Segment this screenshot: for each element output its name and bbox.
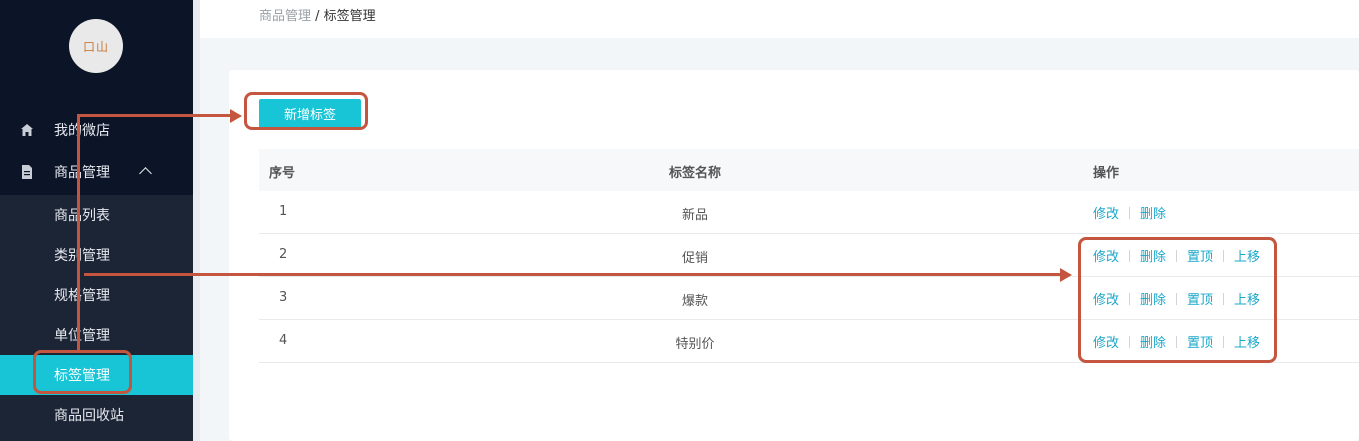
delete-link[interactable]: 删除 <box>1140 203 1166 222</box>
sidebar-item-label: 单位管理 <box>54 328 110 344</box>
sidebar-item-label: 类别管理 <box>54 248 110 264</box>
row-index: 2 <box>279 247 288 262</box>
table-row: 1 新品 修改 删除 <box>259 191 1359 234</box>
tag-name: 促销 <box>681 251 708 266</box>
annotation-arrow-head <box>230 109 242 123</box>
sidebar-item-unit[interactable]: 单位管理 <box>0 315 193 355</box>
sidebar-item-goods-list[interactable]: 商品列表 <box>0 195 193 235</box>
chevron-up-icon[interactable] <box>139 167 152 180</box>
top-bar: 商品管理 / 标签管理 <box>200 0 1359 38</box>
column-header-actions: 操作 <box>1093 166 1120 181</box>
breadcrumb: 商品管理 / 标签管理 <box>259 5 376 24</box>
row-index: 3 <box>279 290 288 305</box>
sidebar-item-label: 商品列表 <box>54 208 110 224</box>
sidebar-divider <box>193 0 200 441</box>
annotation-line-to-actions <box>84 273 1062 276</box>
sidebar-item-category[interactable]: 类别管理 <box>0 235 193 275</box>
breadcrumb-separator: / <box>311 9 324 24</box>
sidebar-item-label: 规格管理 <box>54 288 110 304</box>
column-header-index: 序号 <box>269 166 296 181</box>
sidebar-item-label: 商品管理 <box>54 165 110 181</box>
edit-link[interactable]: 修改 <box>1093 203 1119 222</box>
sidebar-item-label: 我的微店 <box>54 123 110 139</box>
table-header: 序号 标签名称 操作 <box>259 149 1359 191</box>
document-icon <box>20 165 34 179</box>
sidebar-item-recycle-bin[interactable]: 商品回收站 <box>0 395 193 435</box>
row-actions: 修改 删除 <box>1093 203 1166 222</box>
row-index: 1 <box>279 204 288 219</box>
breadcrumb-parent[interactable]: 商品管理 <box>259 9 311 24</box>
tag-name: 新品 <box>681 208 708 223</box>
annotation-box-tags-menu <box>33 350 132 394</box>
sidebar-item-label: 商品回收站 <box>54 408 124 424</box>
row-index: 4 <box>279 333 288 348</box>
home-icon <box>20 123 34 137</box>
sidebar-item-spec[interactable]: 规格管理 <box>0 275 193 315</box>
sidebar-item-goods-management[interactable]: 商品管理 <box>0 152 193 192</box>
logo-text: 口山 <box>82 39 109 54</box>
annotation-line-to-add <box>77 114 232 117</box>
action-divider <box>1129 206 1131 219</box>
shop-logo: 口山 <box>69 19 123 73</box>
breadcrumb-current: 标签管理 <box>323 9 376 24</box>
annotation-arrow-head <box>1060 268 1072 282</box>
tag-name: 爆款 <box>681 294 708 309</box>
annotation-box-add-button <box>244 92 368 130</box>
goods-submenu: 商品列表 类别管理 规格管理 单位管理 标签管理 商品回收站 <box>0 195 193 441</box>
annotation-box-row-actions <box>1078 237 1277 363</box>
annotation-line-vertical <box>77 114 80 351</box>
tag-name: 特别价 <box>675 337 715 352</box>
column-header-name: 标签名称 <box>668 166 721 181</box>
